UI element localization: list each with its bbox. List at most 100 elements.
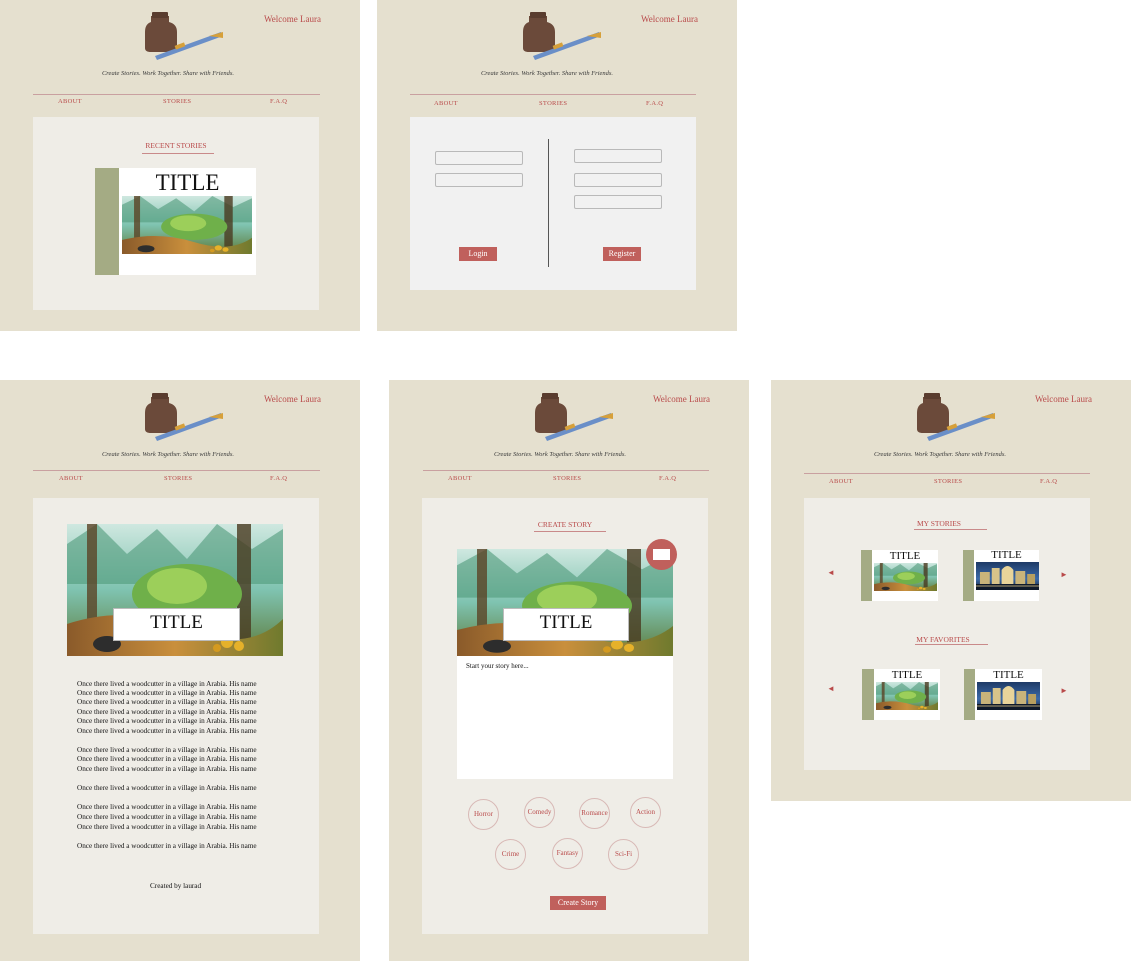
card-illustration <box>122 196 252 254</box>
nav-stories[interactable]: STORIES <box>163 98 191 105</box>
genre-action[interactable]: Action <box>630 797 661 828</box>
welcome-text: Welcome Laura <box>641 14 698 24</box>
card-spine <box>963 550 974 601</box>
nav-about[interactable]: ABOUT <box>829 478 853 485</box>
nav-stories[interactable]: STORIES <box>164 475 192 482</box>
nav-stories[interactable]: STORIES <box>934 478 962 485</box>
nav-divider <box>33 94 320 95</box>
nav-about[interactable]: ABOUT <box>434 100 458 107</box>
welcome-text: Welcome Laura <box>1035 394 1092 404</box>
auth-screen: Welcome Laura Create Stories. Work Toget… <box>377 0 737 331</box>
auth-divider <box>548 139 549 267</box>
card-illustration <box>977 682 1040 710</box>
content-area: RECENT STORIES TITLE <box>33 117 319 310</box>
register-password-field[interactable] <box>574 195 662 209</box>
inkwell-and-pen-icon[interactable] <box>523 10 603 60</box>
genre-horror[interactable]: Horror <box>468 799 499 830</box>
register-email-field[interactable] <box>574 173 662 187</box>
inkwell-and-pen-icon[interactable] <box>917 391 997 441</box>
story-line: Once there lived a woodcutter in a villa… <box>77 698 257 706</box>
tagline: Create Stories. Work Together. Share wit… <box>101 451 235 458</box>
genre-crime[interactable]: Crime <box>495 839 526 870</box>
genre-comedy[interactable]: Comedy <box>524 797 555 828</box>
create-story-button[interactable]: Create Story <box>550 896 606 910</box>
nav-faq[interactable]: F.A.Q <box>659 475 676 482</box>
nav-divider <box>410 94 696 95</box>
register-username-field[interactable] <box>574 149 662 163</box>
story-card[interactable]: TITLE <box>95 168 256 275</box>
tagline: Create Stories. Work Together. Share wit… <box>493 451 627 458</box>
content-area: TITLE <box>33 498 319 934</box>
inkwell-and-pen-icon[interactable] <box>145 10 225 60</box>
register-button[interactable]: Register <box>603 247 641 261</box>
story-line: Once there lived a woodcutter in a villa… <box>77 727 257 735</box>
login-password-field[interactable] <box>435 173 523 187</box>
card-spine <box>861 550 872 601</box>
story-text-area[interactable]: Start your story here... <box>457 656 673 779</box>
inkwell-and-pen-icon[interactable] <box>535 391 615 441</box>
tagline: Create Stories. Work Together. Share wit… <box>101 70 235 77</box>
nav-about[interactable]: ABOUT <box>448 475 472 482</box>
image-icon <box>653 549 670 560</box>
profile-screen: Welcome Laura Create Stories. Work Toget… <box>771 380 1131 801</box>
story-line: Once there lived a woodcutter in a villa… <box>77 803 257 811</box>
content-area: Login Register <box>410 117 696 290</box>
inkwell-and-pen-icon[interactable] <box>145 391 225 441</box>
card-illustration <box>876 682 938 710</box>
tagline: Create Stories. Work Together. Share wit… <box>480 70 614 77</box>
my-stories-next-arrow[interactable]: ► <box>1060 570 1068 579</box>
nav-about[interactable]: ABOUT <box>59 475 83 482</box>
story-line: Once there lived a woodcutter in a villa… <box>77 680 257 688</box>
welcome-text: Welcome Laura <box>264 14 321 24</box>
welcome-text: Welcome Laura <box>264 394 321 404</box>
story-line: Once there lived a woodcutter in a villa… <box>77 813 257 821</box>
nav-divider <box>423 470 709 471</box>
nav-faq[interactable]: F.A.Q <box>270 98 287 105</box>
nav-faq[interactable]: F.A.Q <box>1040 478 1057 485</box>
login-username-field[interactable] <box>435 151 523 165</box>
story-text-placeholder: Start your story here... <box>466 662 529 670</box>
welcome-text: Welcome Laura <box>653 394 710 404</box>
story-line: Once there lived a woodcutter in a villa… <box>77 689 257 697</box>
nav-faq[interactable]: F.A.Q <box>646 100 663 107</box>
created-by-label: Created by laurad <box>150 882 202 890</box>
content-area: CREATE STORY TITLE Start your story here… <box>422 498 708 934</box>
card-title: TITLE <box>991 549 1022 561</box>
section-underline <box>914 529 987 530</box>
section-title-create-story: CREATE STORY <box>537 520 593 529</box>
section-underline <box>534 531 606 532</box>
genre-romance[interactable]: Romance <box>579 798 610 829</box>
story-line: Once there lived a woodcutter in a villa… <box>77 746 257 754</box>
login-button[interactable]: Login <box>459 247 497 261</box>
section-underline <box>915 644 988 645</box>
genre-fantasy[interactable]: Fantasy <box>552 838 583 869</box>
genre-sci-fi[interactable]: Sci-Fi <box>608 839 639 870</box>
card-title: TITLE <box>155 170 220 195</box>
card-illustration <box>976 562 1039 590</box>
upload-image-button[interactable] <box>646 539 677 570</box>
story-line: Once there lived a woodcutter in a villa… <box>77 708 257 716</box>
card-title: TITLE <box>993 669 1024 681</box>
card-title: TITLE <box>889 550 921 562</box>
nav-faq[interactable]: F.A.Q <box>270 475 287 482</box>
nav-divider <box>33 470 320 471</box>
nav-stories[interactable]: STORIES <box>553 475 581 482</box>
card-illustration <box>874 563 937 591</box>
my-stories-prev-arrow[interactable]: ◄ <box>827 568 835 577</box>
card-spine <box>964 669 975 720</box>
story-line: Once there lived a woodcutter in a villa… <box>77 784 257 792</box>
nav-about[interactable]: ABOUT <box>58 98 82 105</box>
card-spine <box>95 168 119 275</box>
story-title: TITLE <box>150 612 203 633</box>
my-story-card[interactable]: TITLE <box>963 549 1039 601</box>
favorite-story-card[interactable]: TITLE <box>862 669 940 720</box>
nav-stories[interactable]: STORIES <box>539 100 567 107</box>
favorite-story-card[interactable]: TITLE <box>964 669 1042 720</box>
my-favorites-next-arrow[interactable]: ► <box>1060 686 1068 695</box>
story-line: Once there lived a woodcutter in a villa… <box>77 823 257 831</box>
my-story-card[interactable]: TITLE <box>861 550 938 601</box>
section-title-recent-stories: RECENT STORIES <box>145 141 207 150</box>
home-screen: Welcome Laura Create Stories. Work Toget… <box>0 0 360 331</box>
content-area: MY STORIES ◄ TITLE TITLE ► MY FAVORITES … <box>804 498 1090 770</box>
my-favorites-prev-arrow[interactable]: ◄ <box>827 684 835 693</box>
